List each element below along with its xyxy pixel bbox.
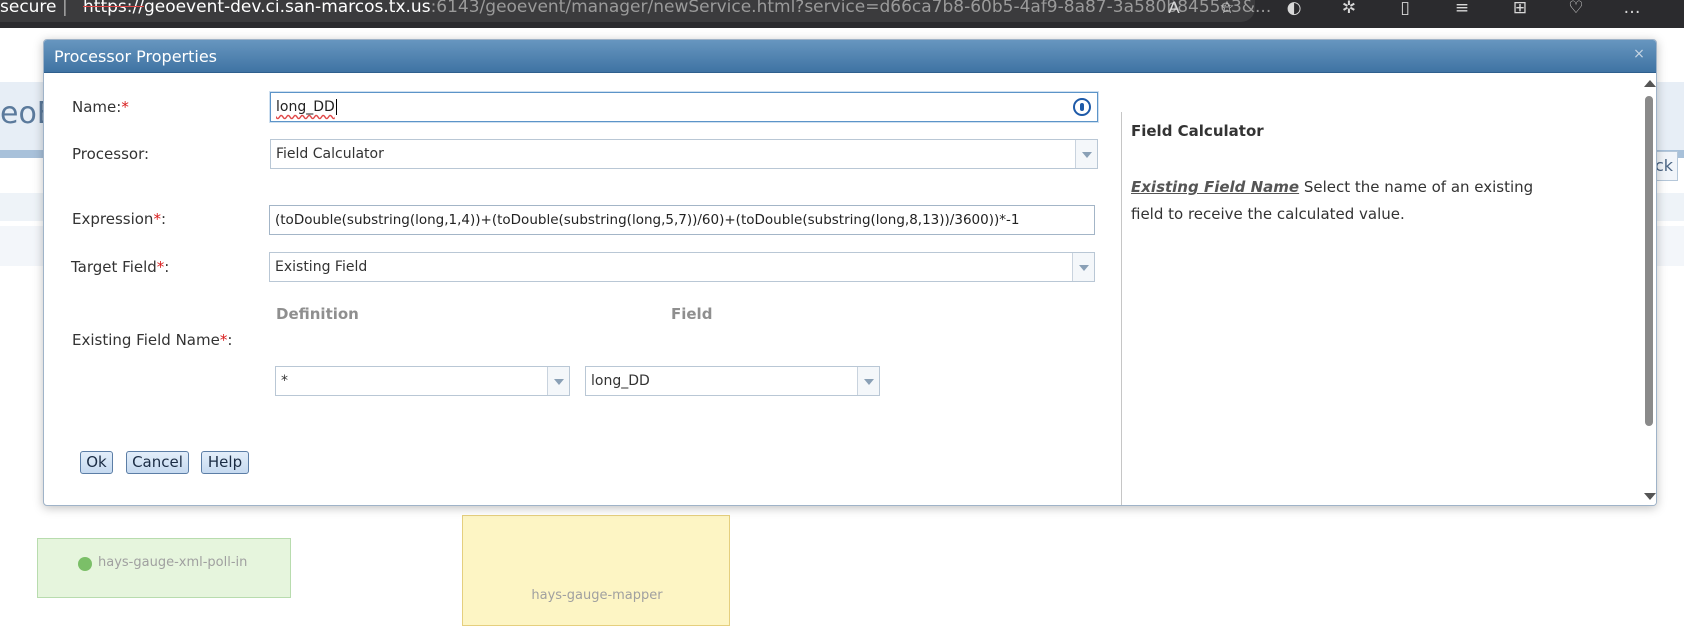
target-field-select[interactable]: Existing Field [269,252,1095,282]
definition-column-header: Definition [276,305,359,323]
service-node-label: hays-gauge-mapper [531,588,663,603]
help-panel-title: Field Calculator [1131,122,1264,140]
extensions-icon[interactable]: ✲ [1337,0,1361,20]
processor-label: Processor: [72,145,150,163]
url-host: geoevent-dev.ci.san-marcos.tx.us [143,0,431,17]
read-aloud-icon[interactable]: A͐ [1162,0,1186,20]
collections-icon[interactable]: ⊞ [1508,0,1532,20]
existing-field-name-label-text: Existing Field Name [72,331,220,349]
input-node-card[interactable]: hays-gauge-xml-poll-in [37,538,291,598]
dialog-header[interactable]: Processor Properties × [44,40,1656,73]
name-input-value: long_DD [276,99,335,115]
text-caret [335,99,337,115]
url-scheme: https:// [83,0,144,17]
dialog-scrollbar[interactable] [1642,74,1656,505]
expression-label: Expression*: [72,210,166,228]
help-term: Existing Field Name [1131,178,1300,196]
scroll-thumb[interactable] [1645,96,1653,426]
address-bar[interactable]: secure | https://geoevent-dev.ci.san-mar… [0,0,1271,22]
input-node-label: hays-gauge-xml-poll-in [98,555,248,570]
browser-toolbar: secure | https://geoevent-dev.ci.san-mar… [0,0,1684,28]
target-field-select-value: Existing Field [275,259,368,275]
label-colon: : [227,331,233,349]
existing-field-name-label: Existing Field Name*: [72,331,232,349]
target-field-label: Target Field*: [71,258,169,276]
help-panel-divider [1121,112,1122,505]
password-manager-icon[interactable] [1073,98,1091,116]
profile-icon[interactable]: ◐ [1282,0,1306,20]
target-field-label-text: Target Field [71,258,157,276]
url-separator: | [62,0,68,17]
chevron-down-icon[interactable] [857,367,879,395]
close-icon[interactable]: × [1630,45,1648,63]
field-column-header: Field [671,305,713,323]
url-path: :6143/geoevent/manager/newService.html?s… [430,0,1272,17]
input-node-icon [78,557,92,571]
processor-select-value: Field Calculator [276,146,384,162]
expression-input-value: (toDouble(substring(long,1,4))+(toDouble… [275,212,1020,228]
help-panel-body: Existing Field Name Select the name of a… [1131,174,1541,228]
service-node-card[interactable]: hays-gauge-mapper [462,515,730,626]
chevron-down-icon[interactable] [1072,253,1094,281]
expression-label-text: Expression [72,210,154,228]
url-text[interactable]: https://geoevent-dev.ci.san-marcos.tx.us… [83,0,1272,17]
processor-select[interactable]: Field Calculator [270,139,1098,169]
chevron-down-icon[interactable] [547,367,569,395]
cancel-button[interactable]: Cancel [126,451,189,474]
label-colon: : [164,258,170,276]
required-marker: * [153,210,161,228]
dialog-title: Processor Properties [54,47,218,66]
help-button[interactable]: Help [201,451,249,474]
required-marker: * [121,98,129,116]
definition-select-value: * [281,373,288,389]
scroll-down-icon[interactable] [1644,493,1656,500]
expression-input[interactable]: (toDouble(substring(long,1,4))+(toDouble… [269,205,1095,235]
split-screen-icon[interactable]: ▯ [1393,0,1417,20]
name-label-text: Name: [72,98,122,116]
favorites-icon[interactable]: ≡ [1450,0,1474,20]
definition-select[interactable]: * [275,366,570,396]
security-label[interactable]: secure [0,0,57,16]
processor-properties-dialog: Processor Properties × Name:* long_DD Pr… [43,39,1657,506]
field-select-value: long_DD [591,373,650,389]
heart-icon[interactable]: ♡ [1564,0,1588,20]
chevron-down-icon[interactable] [1075,140,1097,168]
favorite-star-icon[interactable]: ☆ [1215,0,1239,20]
scroll-up-icon[interactable] [1644,80,1656,87]
ok-button[interactable]: Ok [80,451,113,474]
label-colon: : [160,210,166,228]
more-menu-icon[interactable]: … [1620,0,1644,20]
name-label: Name:* [72,98,129,116]
name-input[interactable]: long_DD [270,92,1098,122]
field-select[interactable]: long_DD [585,366,880,396]
